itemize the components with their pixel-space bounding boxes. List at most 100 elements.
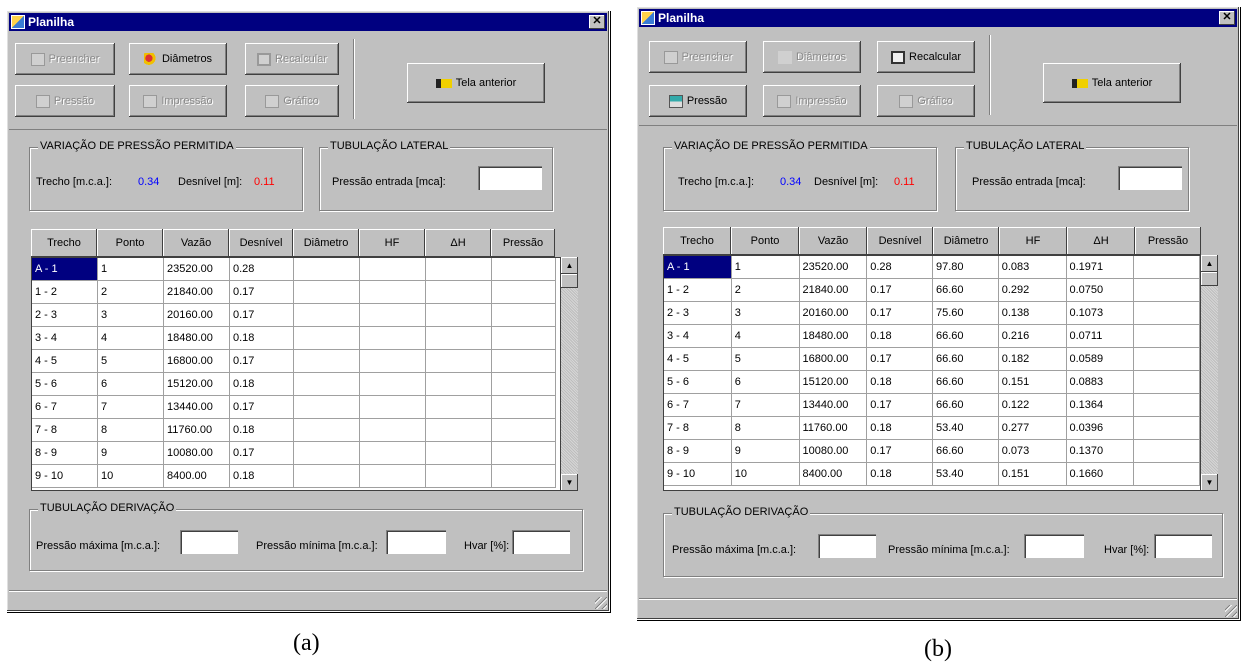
table-cell[interactable]: 53.40: [933, 417, 999, 440]
column-header[interactable]: ΔH: [425, 229, 491, 257]
table-cell[interactable]: 5 - 6: [664, 371, 732, 394]
table-cell[interactable]: 66.60: [933, 325, 999, 348]
table-cell[interactable]: 0.17: [230, 304, 294, 327]
table-cell[interactable]: 3: [98, 304, 164, 327]
table-cell[interactable]: 13440.00: [799, 394, 868, 417]
table-cell[interactable]: 0.1660: [1066, 463, 1135, 486]
table-cell[interactable]: 2: [98, 281, 164, 304]
vertical-scrollbar[interactable]: ▲ ▼: [1201, 255, 1218, 491]
resize-grip-icon[interactable]: [1225, 605, 1237, 617]
recalcular-button[interactable]: Recalcular: [877, 41, 975, 73]
table-cell[interactable]: 10080.00: [164, 442, 230, 465]
table-cell[interactable]: 0.17: [230, 396, 294, 419]
column-header[interactable]: Ponto: [97, 229, 163, 257]
table-cell[interactable]: 18480.00: [799, 325, 868, 348]
table-cell[interactable]: 5 - 6: [32, 373, 98, 396]
table-cell[interactable]: [360, 258, 426, 281]
table-cell[interactable]: [294, 304, 360, 327]
table-body[interactable]: A - 1 1 23520.00 0.28 1 - 2 2 21840.00 0.17 2 - …: [31, 257, 561, 491]
table-cell[interactable]: 7: [98, 396, 164, 419]
table-row[interactable]: 4 - 5 5 16800.00 0.17 66.60 0.182 0.0589: [664, 348, 1200, 371]
resize-grip-icon[interactable]: [595, 597, 607, 609]
table-cell[interactable]: 75.60: [933, 302, 999, 325]
table-cell[interactable]: 15120.00: [799, 371, 868, 394]
pressao-maxima-input[interactable]: [180, 530, 238, 554]
table-cell[interactable]: 2 - 3: [32, 304, 98, 327]
table-cell[interactable]: [426, 396, 492, 419]
table-cell[interactable]: [492, 258, 556, 281]
scroll-up-icon[interactable]: ▲: [1201, 255, 1218, 272]
tela-anterior-button[interactable]: Tela anterior: [407, 63, 545, 103]
table-cell[interactable]: 0.17: [867, 440, 933, 463]
table-cell[interactable]: [492, 465, 556, 488]
table-cell[interactable]: [426, 442, 492, 465]
table-cell[interactable]: 0.18: [867, 371, 933, 394]
table-cell[interactable]: [360, 350, 426, 373]
table-cell[interactable]: [426, 465, 492, 488]
table-cell[interactable]: 0.0589: [1066, 348, 1135, 371]
table-cell[interactable]: [294, 419, 360, 442]
table-cell[interactable]: 2 - 3: [664, 302, 732, 325]
table-cell[interactable]: 15120.00: [164, 373, 230, 396]
column-header[interactable]: ΔH: [1067, 227, 1135, 255]
table-cell[interactable]: [294, 396, 360, 419]
table-row[interactable]: 4 - 5 5 16800.00 0.17: [32, 350, 560, 373]
table-cell[interactable]: 66.60: [933, 348, 999, 371]
table-cell[interactable]: 16800.00: [164, 350, 230, 373]
scroll-down-icon[interactable]: ▼: [1201, 474, 1218, 491]
table-cell[interactable]: [360, 327, 426, 350]
table-cell[interactable]: [426, 419, 492, 442]
table-cell[interactable]: 9 - 10: [664, 463, 732, 486]
table-cell[interactable]: 4 - 5: [664, 348, 732, 371]
table-cell[interactable]: 0.1364: [1066, 394, 1135, 417]
table-cell[interactable]: 6 - 7: [664, 394, 732, 417]
pressao-maxima-input[interactable]: [818, 534, 876, 558]
table-cell[interactable]: 23520.00: [799, 256, 868, 279]
table-cell[interactable]: [294, 327, 360, 350]
impressao-button[interactable]: Impressão: [763, 85, 861, 117]
hvar-input[interactable]: [512, 530, 570, 554]
table-cell[interactable]: 97.80: [933, 256, 999, 279]
table-cell[interactable]: 2: [731, 279, 800, 302]
table-cell[interactable]: [492, 281, 556, 304]
table-cell[interactable]: 0.151: [998, 371, 1067, 394]
table-cell[interactable]: [492, 304, 556, 327]
table-cell[interactable]: 20160.00: [799, 302, 868, 325]
table-row[interactable]: 3 - 4 4 18480.00 0.18: [32, 327, 560, 350]
impressao-button[interactable]: Impressão: [129, 85, 227, 117]
table-cell[interactable]: [492, 327, 556, 350]
scroll-thumb[interactable]: [561, 274, 578, 288]
table-cell[interactable]: 0.277: [998, 417, 1067, 440]
table-cell[interactable]: 9: [731, 440, 800, 463]
table-cell[interactable]: 10: [98, 465, 164, 488]
grafico-button[interactable]: Gráfico: [877, 85, 975, 117]
table-cell[interactable]: [360, 396, 426, 419]
table-cell[interactable]: [1134, 394, 1200, 417]
table-cell[interactable]: 1: [731, 256, 800, 279]
table-cell[interactable]: 7: [731, 394, 800, 417]
table-row[interactable]: 6 - 7 7 13440.00 0.17 66.60 0.122 0.1364: [664, 394, 1200, 417]
table-row[interactable]: 6 - 7 7 13440.00 0.17: [32, 396, 560, 419]
table-cell[interactable]: [492, 419, 556, 442]
table-cell[interactable]: 1: [98, 258, 164, 281]
preencher-button[interactable]: Preencher: [649, 41, 747, 73]
table-cell[interactable]: [1134, 440, 1200, 463]
table-cell[interactable]: [426, 281, 492, 304]
table-cell[interactable]: 66.60: [933, 279, 999, 302]
scroll-down-icon[interactable]: ▼: [561, 474, 578, 491]
table-cell[interactable]: 0.18: [867, 417, 933, 440]
table-cell[interactable]: 4 - 5: [32, 350, 98, 373]
table-cell[interactable]: 0.0883: [1066, 371, 1135, 394]
table-cell[interactable]: 53.40: [933, 463, 999, 486]
column-header[interactable]: Trecho: [31, 229, 97, 257]
table-cell[interactable]: [294, 281, 360, 304]
column-header[interactable]: Desnível: [229, 229, 293, 257]
table-cell[interactable]: [426, 350, 492, 373]
table-cell[interactable]: 0.1971: [1066, 256, 1135, 279]
table-row[interactable]: 7 - 8 8 11760.00 0.18 53.40 0.277 0.0396: [664, 417, 1200, 440]
table-cell[interactable]: [294, 258, 360, 281]
pressao-minima-input[interactable]: [1024, 534, 1084, 558]
table-cell[interactable]: [426, 258, 492, 281]
table-cell[interactable]: 8 - 9: [32, 442, 98, 465]
table-cell[interactable]: 0.1073: [1066, 302, 1135, 325]
